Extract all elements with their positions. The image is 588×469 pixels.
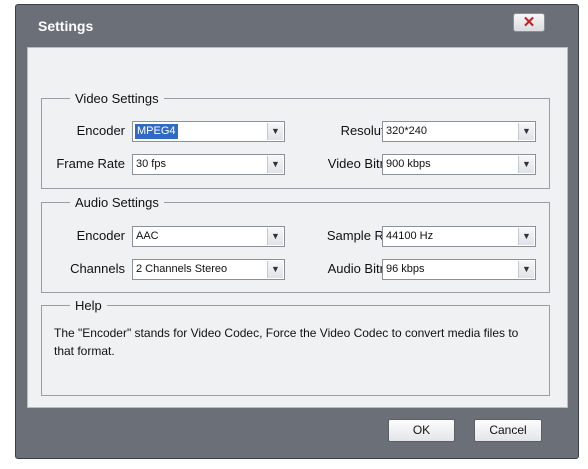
close-icon: ✕ (522, 14, 536, 31)
resolution-select[interactable]: 320*240 ▼ (382, 121, 536, 142)
chevron-down-icon[interactable]: ▼ (267, 156, 283, 173)
chevron-down-icon[interactable]: ▼ (267, 261, 283, 278)
ok-button[interactable]: OK (388, 419, 455, 442)
audio-encoder-value: AAC (136, 230, 159, 242)
frame-rate-value: 30 fps (136, 158, 166, 170)
audio-encoder-label: Encoder (76, 228, 125, 243)
video-encoder-select[interactable]: MPEG4 ▼ (132, 121, 285, 142)
settings-dialog: Settings ✕ Video Settings Encoder MPEG4 … (15, 4, 579, 459)
frame-rate-select[interactable]: 30 fps ▼ (132, 154, 285, 175)
audio-encoder-select[interactable]: AAC ▼ (132, 226, 285, 247)
video-bitrate-value: 900 kbps (386, 158, 431, 170)
video-settings-legend: Video Settings (75, 91, 159, 106)
chevron-down-icon[interactable]: ▼ (518, 261, 534, 278)
chevron-down-icon[interactable]: ▼ (267, 228, 283, 245)
chevron-down-icon[interactable]: ▼ (518, 156, 534, 173)
settings-panel: Video Settings Encoder MPEG4 ▼ Resolutio… (27, 47, 568, 408)
frame-rate-label: Frame Rate (56, 156, 125, 171)
audio-settings-legend: Audio Settings (75, 195, 159, 210)
video-encoder-value: MPEG4 (135, 124, 178, 139)
channels-value: 2 Channels Stereo (136, 263, 228, 275)
video-encoder-label: Encoder (76, 123, 125, 138)
resolution-value: 320*240 (386, 125, 427, 137)
sample-rate-select[interactable]: 44100 Hz ▼ (382, 226, 536, 247)
audio-bitrate-select[interactable]: 96 kbps ▼ (382, 259, 536, 280)
cancel-button[interactable]: Cancel (474, 419, 542, 442)
close-button[interactable]: ✕ (513, 13, 545, 32)
window-title: Settings (38, 18, 94, 34)
help-legend: Help (75, 298, 102, 313)
sample-rate-value: 44100 Hz (386, 230, 434, 242)
audio-bitrate-value: 96 kbps (386, 263, 425, 275)
title-bar: Settings ✕ (16, 5, 578, 47)
chevron-down-icon[interactable]: ▼ (267, 123, 283, 140)
channels-select[interactable]: 2 Channels Stereo ▼ (132, 259, 285, 280)
chevron-down-icon[interactable]: ▼ (518, 228, 534, 245)
channels-label: Channels (70, 261, 125, 276)
chevron-down-icon[interactable]: ▼ (518, 123, 534, 140)
video-bitrate-select[interactable]: 900 kbps ▼ (382, 154, 536, 175)
help-text: The "Encoder" stands for Video Codec, Fo… (54, 326, 519, 358)
